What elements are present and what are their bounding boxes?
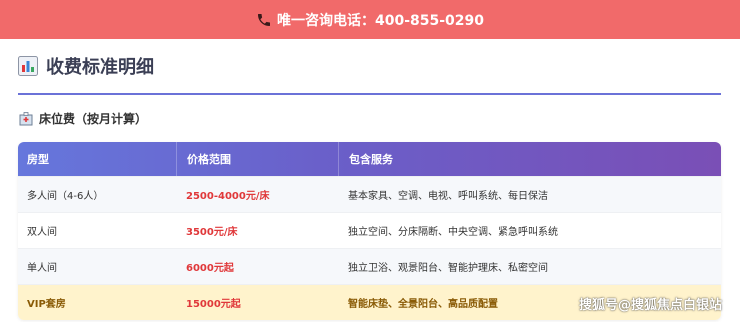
- room-type-cell: 双人间: [27, 227, 57, 238]
- watermark: 搜狐号@搜狐焦点白银站: [578, 298, 722, 313]
- room-type-cell: VIP套房: [27, 299, 66, 310]
- table-row: 双人间 3500元/床 独立空间、分床隔断、中央空调、紧急呼叫系统: [18, 212, 721, 248]
- services-cell: 基本家具、空调、电视、呼叫系统、每日保洁: [348, 191, 548, 202]
- price-cell: 3500元/床: [186, 227, 238, 238]
- subsection-title-text: 床位费（按月计算）: [39, 112, 148, 126]
- price-cell: 6000元起: [186, 263, 234, 274]
- section-title-text: 收费标准明细: [46, 57, 154, 78]
- header-price-range: 价格范围: [176, 142, 338, 176]
- header-services: 包含服务: [338, 142, 721, 176]
- room-type-cell: 单人间: [27, 263, 57, 274]
- section-heading: 收费标准明细: [18, 39, 721, 95]
- header-room-type: 房型: [27, 153, 49, 166]
- contact-banner: 唯一咨询电话：400-855-0290: [0, 0, 740, 39]
- price-cell: 2500-4000元/床: [186, 191, 270, 202]
- subsection-heading: 床位费（按月计算）: [18, 95, 721, 142]
- services-cell: 独立卫浴、观景阳台、智能护理床、私密空间: [348, 263, 548, 274]
- main-content: 收费标准明细 床位费（按月计算） 房型 价格范围 包含服务 多人间（4-6人） …: [18, 39, 721, 320]
- room-type-cell: 多人间（4-6人）: [27, 191, 104, 202]
- hospital-icon: [19, 111, 33, 125]
- table-header: 房型 价格范围 包含服务: [18, 142, 721, 176]
- table-row: 多人间（4-6人） 2500-4000元/床 基本家具、空调、电视、呼叫系统、每…: [18, 176, 721, 212]
- table-row: 单人间 6000元起 独立卫浴、观景阳台、智能护理床、私密空间: [18, 248, 721, 284]
- bar-chart-icon: [18, 56, 38, 76]
- price-cell: 15000元起: [186, 299, 241, 310]
- contact-text: 唯一咨询电话：400-855-0290: [276, 12, 485, 29]
- phone-icon: [257, 13, 270, 26]
- services-cell: 独立空间、分床隔断、中央空调、紧急呼叫系统: [348, 227, 558, 238]
